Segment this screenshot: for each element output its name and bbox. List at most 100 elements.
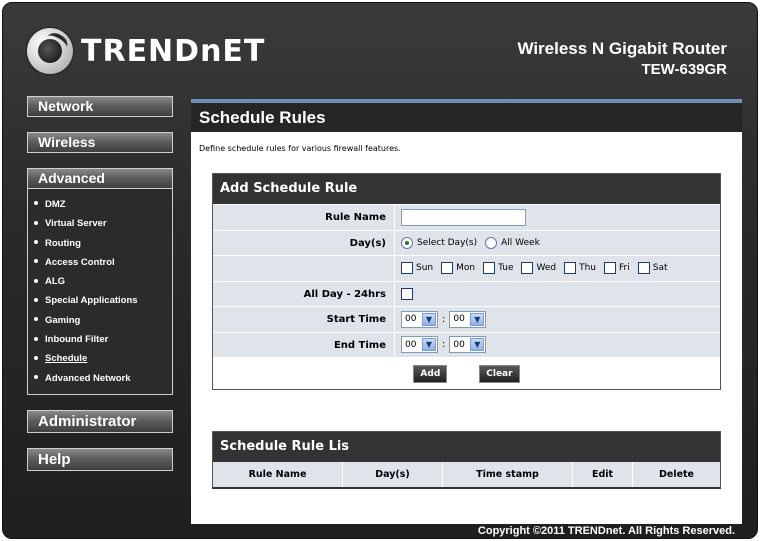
sidebar-item-schedule[interactable]: Schedule xyxy=(34,349,172,368)
nav-network[interactable]: Network xyxy=(27,96,173,117)
weekdays-cell: Sun Mon Tue Wed Thu Fri Sat xyxy=(394,256,720,281)
weekdays-label-cell xyxy=(213,256,394,281)
sidebar-item-label: DMZ xyxy=(45,199,66,210)
start-minute-value: 00 xyxy=(453,314,465,325)
nav-advanced[interactable]: Advanced xyxy=(27,168,173,189)
bullet-icon xyxy=(34,336,38,341)
nav-administrator[interactable]: Administrator xyxy=(27,409,173,433)
end-minute-select[interactable]: 00 ▼ xyxy=(449,336,487,354)
all-day-label: All Day - 24hrs xyxy=(213,281,394,306)
end-time-label: End Time xyxy=(213,332,394,357)
sidebar-item-inbound-filter[interactable]: Inbound Filter xyxy=(34,330,172,349)
sat-checkbox[interactable] xyxy=(637,262,650,275)
days-row: Day(s) Select Day(s) All Week xyxy=(213,229,720,255)
chevron-down-icon: ▼ xyxy=(422,312,436,326)
rule-name-input[interactable] xyxy=(401,208,526,226)
end-hour-value: 00 xyxy=(405,339,417,350)
col-edit: Edit xyxy=(573,462,633,487)
trendnet-logo: TRENDnET xyxy=(27,27,265,75)
chevron-down-icon: ▼ xyxy=(470,312,485,326)
time-separator: : xyxy=(442,339,446,351)
sidebar-item-virtual-server[interactable]: Virtual Server xyxy=(34,214,172,233)
sidebar-item-dmz[interactable]: DMZ xyxy=(34,195,172,214)
days-label: Day(s) xyxy=(213,230,394,255)
sidebar-item-gaming[interactable]: Gaming xyxy=(34,311,172,330)
page-description: Define schedule rules for various firewa… xyxy=(199,144,401,153)
bullet-icon xyxy=(34,259,38,264)
trendnet-logo-icon xyxy=(27,28,73,74)
sidebar-item-routing[interactable]: Routing xyxy=(34,234,172,253)
end-hour-select[interactable]: 00 ▼ xyxy=(401,336,438,354)
mon-checkbox[interactable] xyxy=(441,262,454,275)
bullet-icon xyxy=(34,297,38,302)
bullet-icon xyxy=(34,375,38,380)
sidebar-item-label: Special Applications xyxy=(45,295,138,307)
tue-label: Tue xyxy=(498,263,514,274)
tue-checkbox[interactable] xyxy=(483,262,496,275)
sun-label: Sun xyxy=(416,263,434,274)
start-minute-select[interactable]: 00 ▼ xyxy=(449,310,487,328)
start-time-label: Start Time xyxy=(213,307,394,332)
wed-checkbox[interactable] xyxy=(521,262,534,275)
bullet-icon xyxy=(34,317,38,322)
all-day-checkbox[interactable] xyxy=(401,287,413,300)
thu-label: Thu xyxy=(579,263,597,274)
sidebar-item-access-control[interactable]: Access Control xyxy=(34,253,172,272)
page-title: Schedule Rules xyxy=(191,103,742,132)
sat-label: Sat xyxy=(652,263,668,274)
bullet-icon xyxy=(34,278,38,283)
sidebar-item-label: Routing xyxy=(45,237,81,249)
col-days: Day(s) xyxy=(343,462,443,487)
bullet-icon xyxy=(34,220,38,225)
clear-button[interactable]: Clear xyxy=(479,364,520,383)
start-time-row: Start Time 00 ▼ : 00 ▼ xyxy=(213,306,720,332)
weekdays-row: Sun Mon Tue Wed Thu Fri Sat xyxy=(213,255,720,281)
col-rule-name: Rule Name xyxy=(213,462,343,487)
chevron-down-icon: ▼ xyxy=(422,338,436,352)
bullet-icon xyxy=(34,240,38,245)
sidebar-item-label: Access Control xyxy=(45,256,115,268)
sidebar-item-advanced-network[interactable]: Advanced Network xyxy=(34,369,172,388)
chevron-down-icon: ▼ xyxy=(470,338,485,352)
sun-checkbox[interactable] xyxy=(401,262,413,275)
all-day-cell xyxy=(394,281,720,306)
router-frame: TRENDnET Wireless N Gigabit Router TEW-6… xyxy=(2,2,758,539)
select-days-radio[interactable] xyxy=(401,236,413,249)
nav-wireless[interactable]: Wireless xyxy=(27,132,173,153)
product-name: Wireless N Gigabit Router xyxy=(517,39,727,58)
advanced-submenu: DMZ Virtual Server Routing Access Contro… xyxy=(27,189,173,395)
start-hour-select[interactable]: 00 ▼ xyxy=(401,310,438,328)
rule-name-label: Rule Name xyxy=(213,205,394,230)
select-days-text: Select Day(s) xyxy=(417,237,478,248)
product-model: TEW-639GR xyxy=(641,61,727,78)
sidebar-item-label: ALG xyxy=(45,276,66,288)
sidebar-item-label: Schedule xyxy=(45,353,88,365)
add-schedule-panel: Add Schedule Rule Rule Name Day(s) Selec… xyxy=(212,173,721,390)
nav-help[interactable]: Help xyxy=(27,447,173,471)
mon-label: Mon xyxy=(456,263,476,274)
wed-label: Wed xyxy=(536,263,557,274)
rule-name-cell xyxy=(394,205,720,230)
sidebar-item-alg[interactable]: ALG xyxy=(34,272,172,291)
copyright-text: Copyright ©2011 TRENDnet. All Rights Res… xyxy=(477,525,735,537)
main-content: Schedule Rules Define schedule rules for… xyxy=(191,99,742,524)
sidebar-item-special-applications[interactable]: Special Applications xyxy=(34,291,172,310)
all-day-row: All Day - 24hrs xyxy=(213,280,720,306)
sidebar-item-label: Gaming xyxy=(45,314,81,326)
days-cell: Select Day(s) All Week xyxy=(394,230,720,255)
fri-checkbox[interactable] xyxy=(604,262,617,275)
sidebar: Network Wireless Advanced DMZ Virtual Se… xyxy=(27,96,177,486)
all-week-text: All Week xyxy=(501,237,540,248)
fri-label: Fri xyxy=(619,263,630,274)
add-button[interactable]: Add xyxy=(413,364,448,383)
schedule-list-heading: Schedule Rule Lis xyxy=(213,432,720,462)
col-delete: Delete xyxy=(658,469,694,480)
sidebar-item-label: Inbound Filter xyxy=(45,334,109,346)
start-hour-value: 00 xyxy=(405,314,417,325)
logo-text: TRENDnET xyxy=(81,33,266,69)
all-week-radio[interactable] xyxy=(485,236,498,249)
end-time-cell: 00 ▼ : 00 ▼ xyxy=(394,332,720,357)
sidebar-item-label: Virtual Server xyxy=(45,218,107,230)
time-separator: : xyxy=(442,313,446,325)
thu-checkbox[interactable] xyxy=(564,262,577,275)
